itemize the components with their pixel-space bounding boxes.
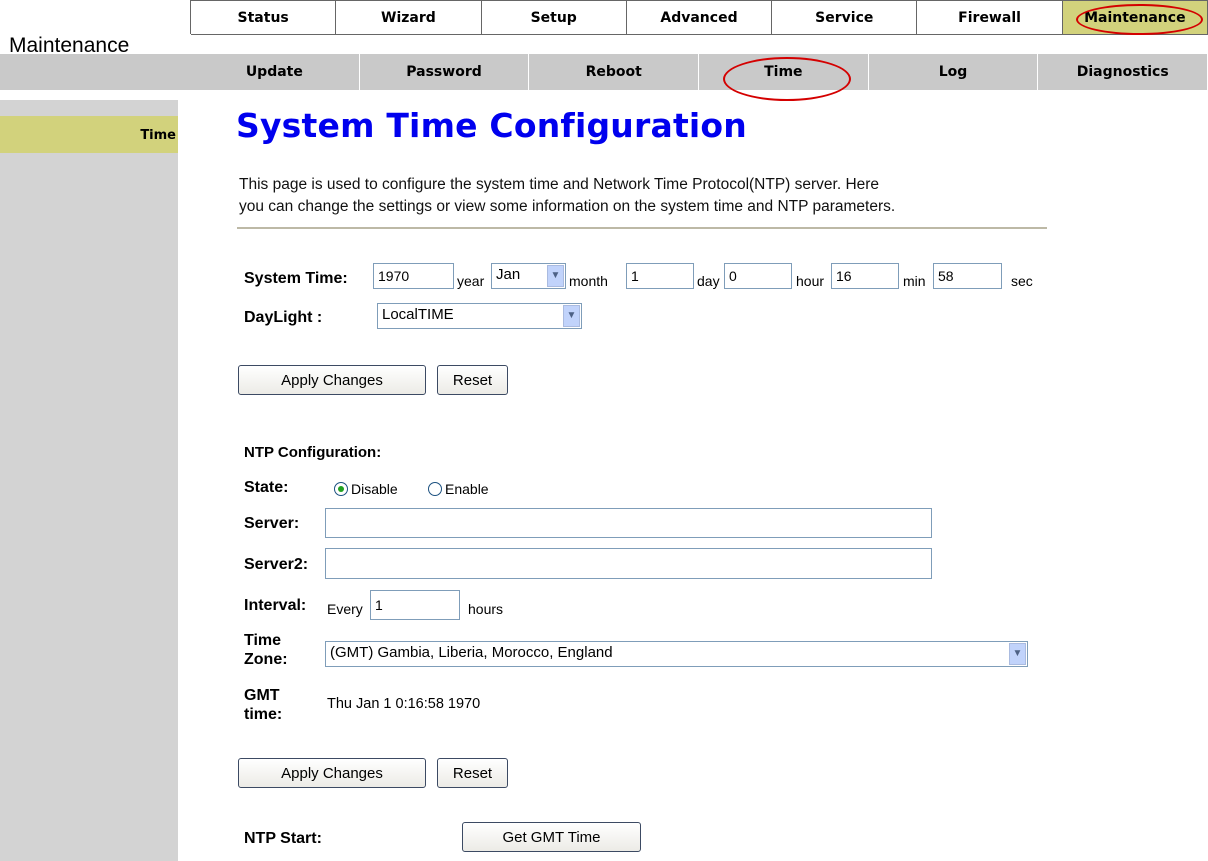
description-line: This page is used to configure the syste… (239, 176, 880, 193)
server-label: Server: (244, 515, 300, 532)
server-input[interactable] (325, 508, 932, 538)
daylight-select[interactable]: LocalTIME ▼ (377, 303, 582, 329)
subtab-label: Update (245, 64, 303, 80)
chevron-down-icon: ▼ (547, 265, 564, 287)
tab-label: Service (815, 9, 874, 26)
daylight-label: DayLight : (244, 309, 323, 326)
timezone-select[interactable]: (GMT) Gambia, Liberia, Morocco, England … (325, 641, 1028, 667)
min-unit: min (903, 273, 926, 289)
disable-radio[interactable] (334, 482, 348, 496)
subtab-log[interactable]: Log (868, 54, 1039, 90)
chevron-down-icon: ▼ (1009, 643, 1026, 665)
divider (237, 227, 1047, 229)
timezone-label-line: Zone: (244, 651, 288, 668)
tab-label: Advanced (660, 9, 738, 26)
daylight-select-value: LocalTIME (382, 306, 454, 323)
timezone-label-line: Time (244, 632, 282, 649)
subtab-label: Time (764, 64, 803, 80)
tab-firewall[interactable]: Firewall (917, 1, 1063, 35)
sidebar-item-time[interactable]: Time (0, 116, 178, 153)
enable-radio[interactable] (428, 482, 442, 496)
month-select-value: Jan (496, 266, 521, 283)
month-select[interactable]: Jan ▼ (491, 263, 566, 289)
chevron-down-icon: ▼ (563, 305, 580, 327)
system-time-label: System Time: (244, 270, 348, 287)
hour-input[interactable] (724, 263, 792, 289)
sidebar (0, 100, 178, 861)
tab-maintenance[interactable]: Maintenance (1062, 1, 1208, 35)
gmt-time-label: GMT time: (244, 686, 282, 724)
main-nav: Status Wizard Setup Advanced Service Fir… (190, 0, 1208, 35)
subtab-reboot[interactable]: Reboot (529, 54, 700, 90)
tab-advanced[interactable]: Advanced (626, 1, 773, 35)
subtab-label: Log (938, 64, 968, 80)
interval-input[interactable] (370, 590, 460, 620)
description-line: you can change the settings or view some… (239, 198, 896, 215)
server2-input[interactable] (325, 548, 932, 579)
tab-wizard[interactable]: Wizard (336, 1, 482, 35)
disable-radio-label: Disable (351, 481, 398, 497)
gmt-time-value: Thu Jan 1 0:16:58 1970 (327, 696, 481, 712)
tab-status[interactable]: Status (191, 1, 337, 35)
sec-unit: sec (1011, 273, 1033, 289)
page-title: System Time Configuration (236, 106, 747, 145)
tab-label: Maintenance (1084, 9, 1186, 26)
ntp-apply-changes-button[interactable]: Apply Changes (238, 758, 426, 788)
tab-label: Wizard (381, 9, 436, 26)
year-unit: year (457, 273, 485, 289)
apply-changes-button[interactable]: Apply Changes (238, 365, 426, 395)
tab-label: Setup (530, 9, 577, 26)
subtab-label: Reboot (585, 64, 642, 80)
interval-prefix: Every (327, 601, 363, 617)
gmt-label-line: time: (244, 706, 283, 723)
tab-setup[interactable]: Setup (481, 1, 627, 35)
year-input[interactable] (373, 263, 454, 289)
reset-button[interactable]: Reset (437, 365, 508, 395)
server2-label: Server2: (244, 556, 309, 573)
interval-label: Interval: (244, 597, 307, 614)
day-input[interactable] (626, 263, 694, 289)
tab-service[interactable]: Service (772, 1, 918, 35)
tab-label: Status (237, 9, 289, 26)
subtab-label: Diagnostics (1076, 64, 1169, 80)
subtab-diagnostics[interactable]: Diagnostics (1038, 54, 1208, 90)
month-unit: month (569, 273, 608, 289)
subtab-time[interactable]: Time (699, 54, 869, 101)
get-gmt-time-button[interactable]: Get GMT Time (462, 822, 641, 852)
hour-unit: hour (796, 273, 825, 289)
timezone-select-value: (GMT) Gambia, Liberia, Morocco, England (330, 644, 613, 661)
ntp-heading: NTP Configuration: (244, 444, 382, 461)
ntp-start-label: NTP Start: (244, 830, 322, 847)
interval-unit: hours (468, 601, 504, 617)
sub-nav: Update Password Reboot Time Log Diagnost… (190, 54, 1208, 101)
gmt-label-line: GMT (244, 687, 280, 704)
day-unit: day (697, 273, 720, 289)
min-input[interactable] (831, 263, 899, 289)
state-label: State: (244, 479, 289, 496)
timezone-label: Time Zone: (244, 631, 288, 669)
sec-input[interactable] (933, 263, 1002, 289)
tab-label: Firewall (958, 9, 1021, 26)
subtab-password[interactable]: Password (359, 54, 530, 90)
enable-radio-label: Enable (445, 481, 489, 497)
subtab-update[interactable]: Update (190, 54, 360, 90)
ntp-reset-button[interactable]: Reset (437, 758, 508, 788)
page-description: This page is used to configure the syste… (239, 174, 1069, 218)
subtab-label: Password (406, 64, 482, 80)
